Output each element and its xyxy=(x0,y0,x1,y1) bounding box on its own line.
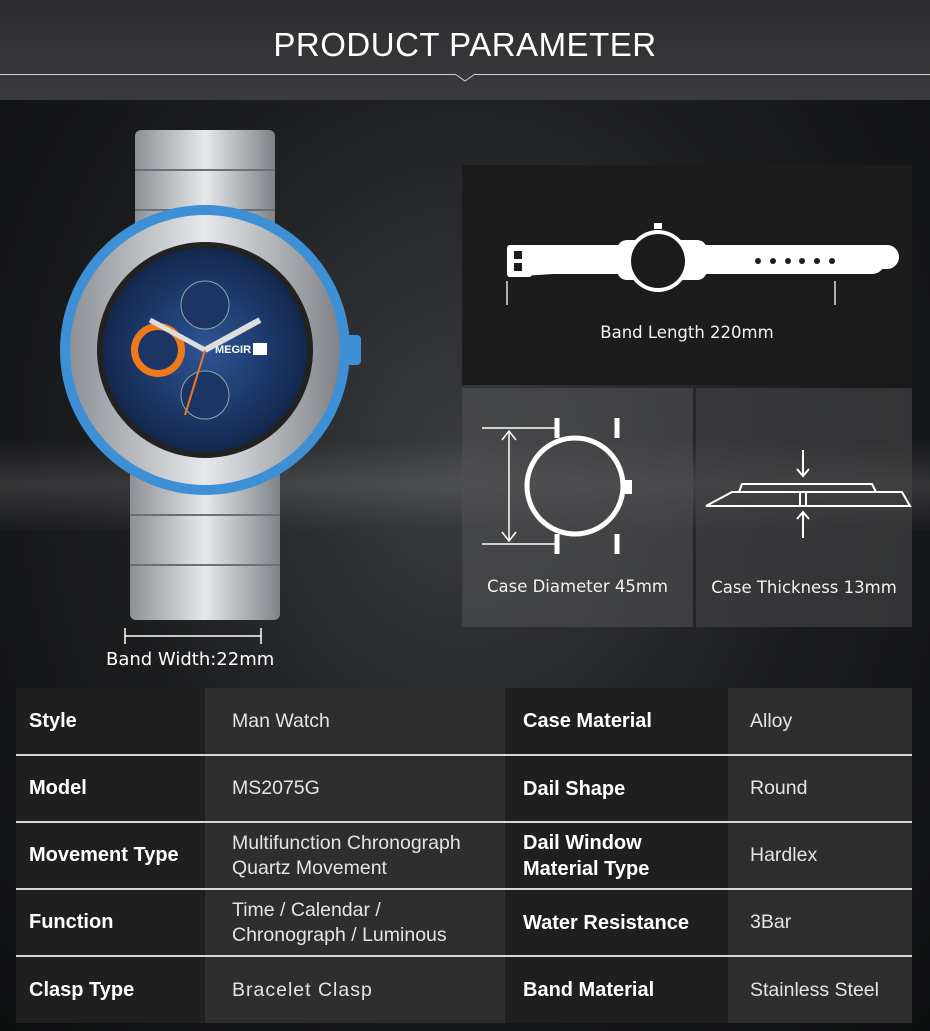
spec-value: Bracelet Clasp xyxy=(205,956,505,1023)
case-diameter-label: Case Diameter 45mm xyxy=(486,577,669,596)
spec-label: Water Resistance xyxy=(505,889,728,957)
band-length-label: Band Length 220mm xyxy=(600,323,774,342)
case-thickness-panel: Case Thickness 13mm xyxy=(696,388,912,627)
page-title: PRODUCT PARAMETER xyxy=(273,26,657,63)
spec-value: Multifunction Chronograph Quartz Movemen… xyxy=(205,822,505,890)
spec-label: Case Material xyxy=(505,688,728,756)
spec-label: Clasp Type xyxy=(16,956,205,1023)
spec-label: Band Material xyxy=(505,956,728,1023)
band-length-panel: Band Length 220mm xyxy=(462,165,912,385)
table-row: Style Man Watch Case Material Alloy xyxy=(16,688,912,756)
table-row: Clasp Type Bracelet Clasp Band Material … xyxy=(16,956,912,1023)
spec-label: Dail Shape xyxy=(505,755,728,823)
header: PRODUCT PARAMETER xyxy=(0,0,930,100)
spec-value: Hardlex xyxy=(728,822,912,890)
case-thickness-label: Case Thickness 13mm xyxy=(711,578,897,597)
table-row: Function Time / Calendar / Chronograph /… xyxy=(16,889,912,957)
spec-value: Round xyxy=(728,755,912,823)
spec-value: Alloy xyxy=(728,688,912,756)
spec-label: Style xyxy=(16,688,205,756)
divider xyxy=(475,74,930,75)
band-width-label: Band Width:22mm xyxy=(106,649,275,670)
table-row: Movement Type Multifunction Chronograph … xyxy=(16,822,912,890)
spec-label: Movement Type xyxy=(16,822,205,890)
spec-value: MS2075G xyxy=(205,755,505,823)
divider xyxy=(0,74,455,75)
band-length-diagram xyxy=(506,223,899,305)
spec-label: Model xyxy=(16,755,205,823)
band-width-bracket xyxy=(124,628,262,644)
case-diameter-diagram xyxy=(482,418,632,554)
table-row: Model MS2075G Dail Shape Round xyxy=(16,755,912,823)
svg-text:MEGIR: MEGIR xyxy=(215,344,251,356)
spec-table: Style Man Watch Case Material Alloy Mode… xyxy=(16,688,912,1023)
spec-value: 3Bar xyxy=(728,889,912,957)
case-diameter-panel: Case Diameter 45mm xyxy=(462,388,693,627)
spec-label: Dail Window Material Type xyxy=(505,822,728,890)
case-thickness-diagram xyxy=(705,450,912,538)
spec-label: Function xyxy=(16,889,205,957)
notch-icon xyxy=(454,73,476,82)
spec-value: Time / Calendar / Chronograph / Luminous xyxy=(205,889,505,957)
spec-value: Stainless Steel xyxy=(728,956,912,1023)
spec-value: Man Watch xyxy=(205,688,505,756)
watch-image: MEGIR xyxy=(60,130,361,620)
